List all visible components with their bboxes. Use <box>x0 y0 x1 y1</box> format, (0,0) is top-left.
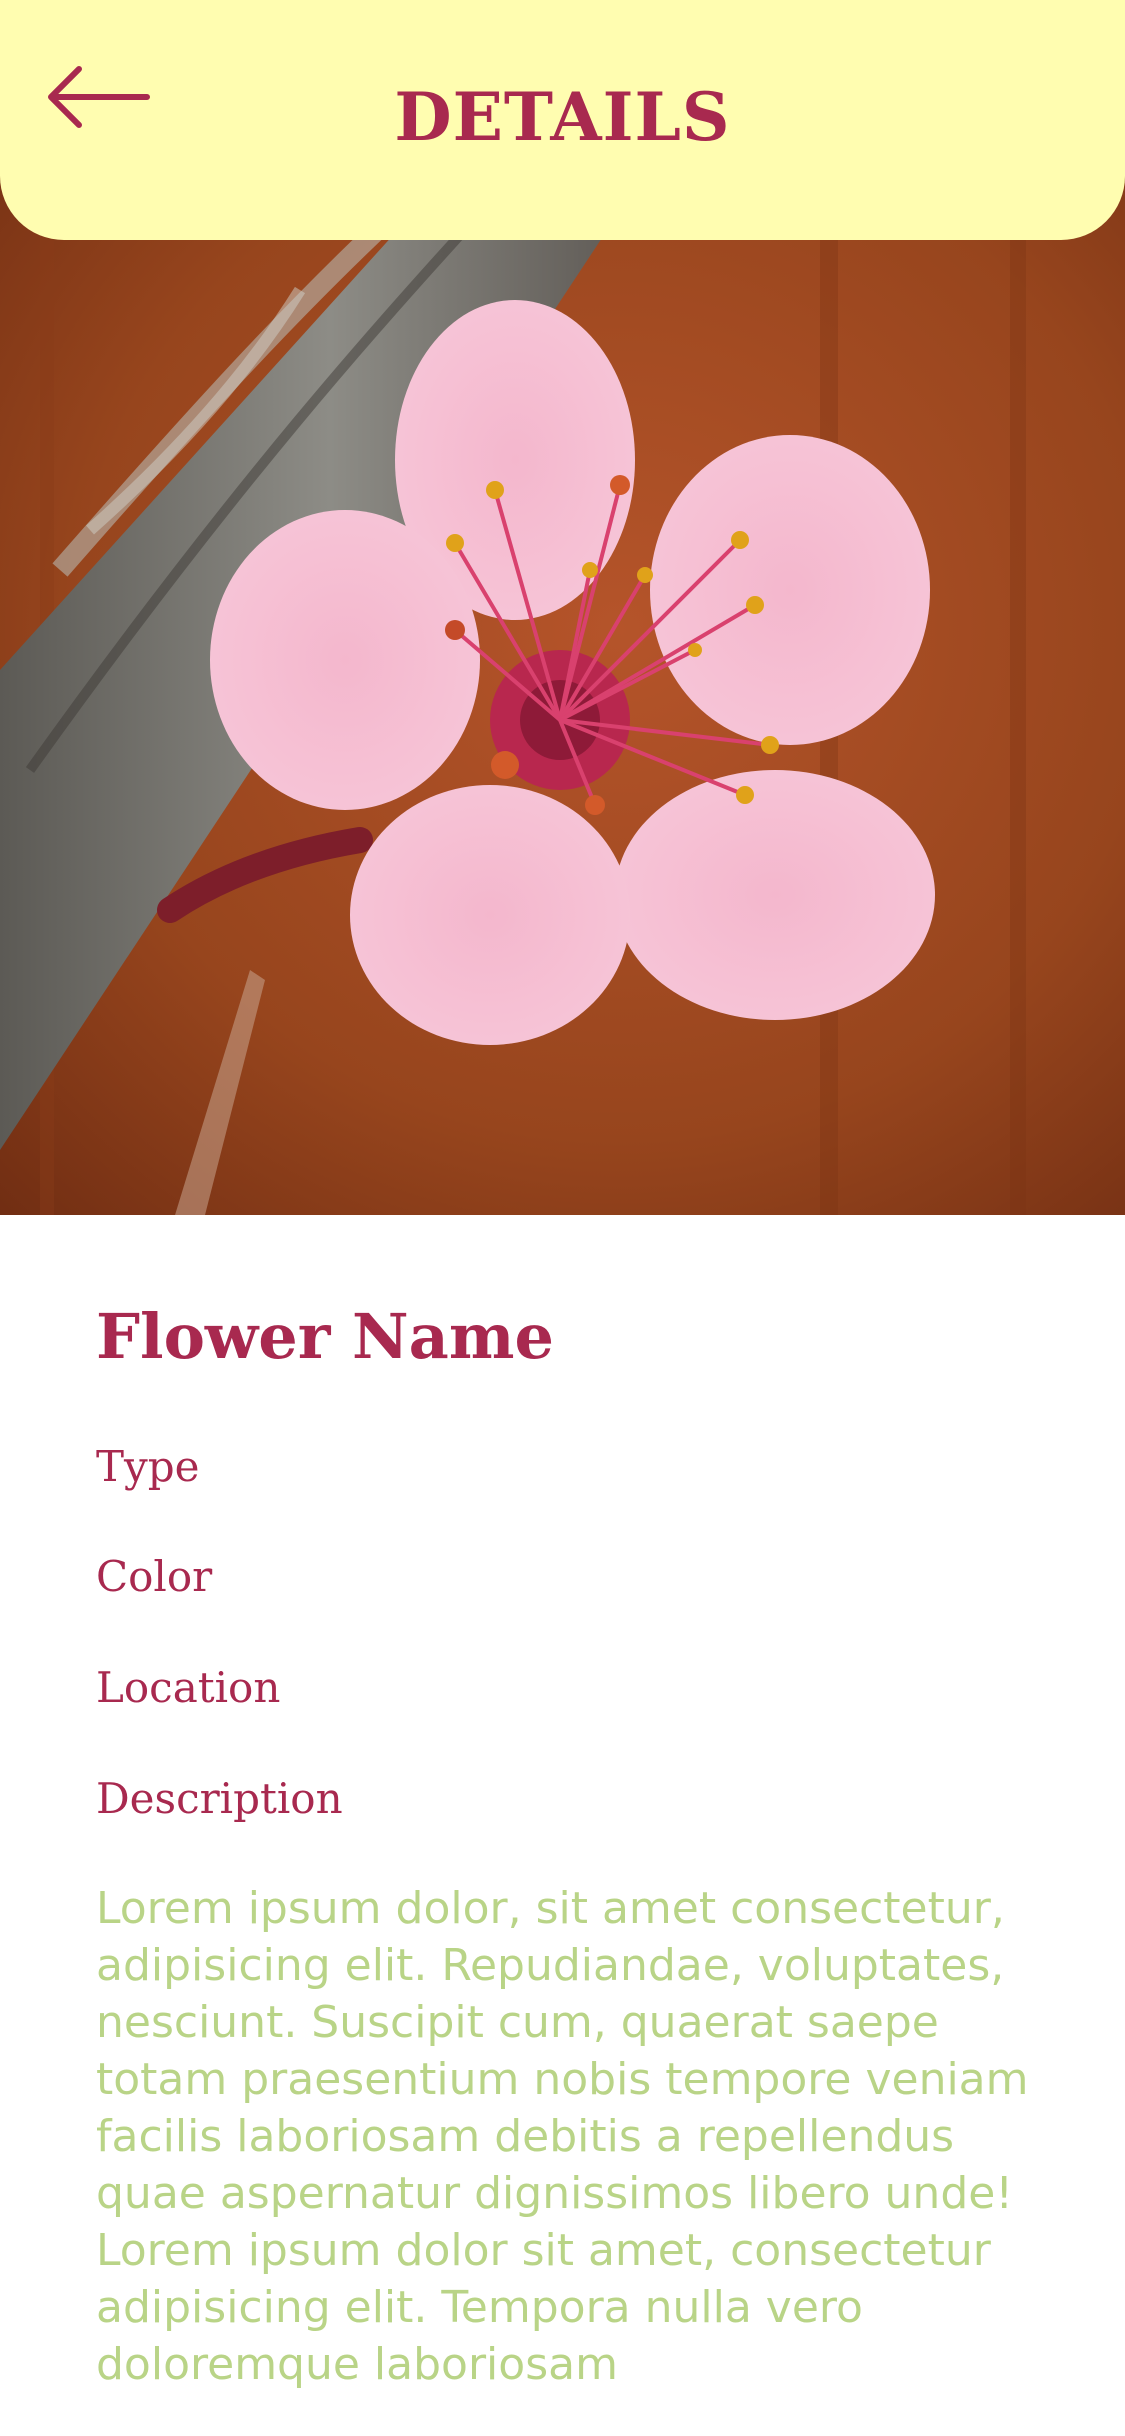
page-title: DETAILS <box>394 78 731 156</box>
type-label: Type <box>96 1442 200 1491</box>
location-label: Location <box>96 1663 281 1712</box>
flower-name: Flower Name <box>96 1300 554 1373</box>
color-label: Color <box>96 1552 213 1601</box>
description-text: Lorem ipsum dolor, sit amet consectetur,… <box>96 1883 1029 2390</box>
flower-photo <box>0 150 1125 1215</box>
top-app-bar: DETAILS <box>0 0 1125 240</box>
description-label: Description <box>96 1774 343 1823</box>
flower-details: Flower Name Type Color Location Descript… <box>96 1300 1056 2390</box>
